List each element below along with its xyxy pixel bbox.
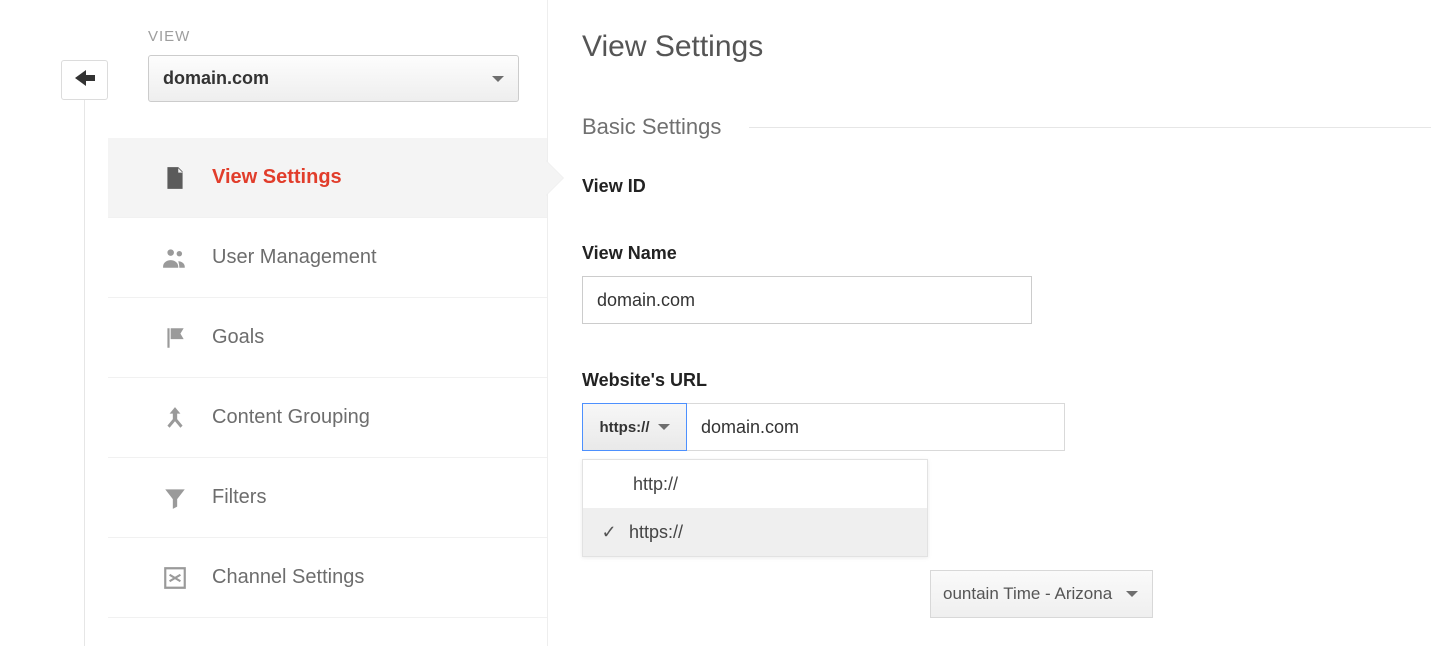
domain-selector-text: domain.com bbox=[163, 68, 269, 89]
back-button[interactable] bbox=[61, 60, 108, 100]
nav-content-grouping[interactable]: Content Grouping bbox=[108, 378, 547, 458]
flag-icon bbox=[160, 323, 190, 353]
users-icon bbox=[160, 243, 190, 273]
field-view-id: View ID bbox=[582, 176, 1431, 197]
nav-item-label: User Management bbox=[212, 246, 377, 269]
timezone-text: ountain Time - Arizona bbox=[943, 584, 1112, 604]
check-icon: ✓ bbox=[601, 522, 617, 543]
website-url-label: Website's URL bbox=[582, 370, 1431, 391]
domain-selector[interactable]: domain.com bbox=[148, 55, 519, 102]
nav-user-management[interactable]: User Management bbox=[108, 218, 547, 298]
chevron-down-icon bbox=[492, 76, 504, 82]
sidebar-nav: View Settings User Management Goals Cont… bbox=[108, 138, 547, 618]
section-heading: Basic Settings bbox=[582, 114, 721, 140]
protocol-selector[interactable]: https:// bbox=[582, 403, 687, 451]
protocol-option-text: https:// bbox=[629, 522, 683, 543]
main-content: View Settings Basic Settings View ID Vie… bbox=[548, 0, 1431, 646]
back-arrow-icon bbox=[73, 68, 97, 93]
section-header: Basic Settings bbox=[582, 114, 1431, 140]
nav-view-settings[interactable]: View Settings bbox=[108, 138, 547, 218]
document-icon bbox=[160, 163, 190, 193]
nav-item-label: Channel Settings bbox=[212, 566, 364, 589]
back-column bbox=[0, 0, 108, 646]
timezone-selector[interactable]: ountain Time - Arizona bbox=[930, 570, 1153, 618]
nav-channel-settings[interactable]: Channel Settings bbox=[108, 538, 547, 618]
nav-item-label: Goals bbox=[212, 326, 264, 349]
merge-icon bbox=[160, 403, 190, 433]
chevron-down-icon bbox=[1126, 591, 1138, 597]
protocol-dropdown: http:// ✓ https:// bbox=[582, 459, 928, 557]
nav-goals[interactable]: Goals bbox=[108, 298, 547, 378]
view-name-label: View Name bbox=[582, 243, 1431, 264]
view-name-input[interactable] bbox=[582, 276, 1032, 324]
protocol-selected-text: https:// bbox=[600, 419, 650, 436]
sidebar-section-label: VIEW bbox=[108, 28, 547, 45]
nav-item-label: Filters bbox=[212, 486, 266, 509]
website-url-input[interactable] bbox=[687, 403, 1065, 451]
nav-item-label: Content Grouping bbox=[212, 406, 370, 429]
protocol-option-text: http:// bbox=[633, 474, 678, 495]
protocol-option-https[interactable]: ✓ https:// bbox=[583, 508, 927, 556]
funnel-icon bbox=[160, 483, 190, 513]
sidebar: VIEW domain.com View Settings User Manag… bbox=[108, 0, 548, 646]
protocol-option-http[interactable]: http:// bbox=[583, 460, 927, 508]
website-url-row: https:// bbox=[582, 403, 1431, 451]
channels-icon bbox=[160, 563, 190, 593]
nav-item-label: View Settings bbox=[212, 166, 342, 189]
nav-filters[interactable]: Filters bbox=[108, 458, 547, 538]
view-id-label: View ID bbox=[582, 176, 1431, 197]
chevron-down-icon bbox=[658, 424, 670, 430]
section-divider bbox=[749, 127, 1431, 128]
page-title: View Settings bbox=[582, 30, 1431, 64]
field-view-name: View Name bbox=[582, 243, 1431, 324]
field-website-url: Website's URL https:// http:// ✓ https:/… bbox=[582, 370, 1431, 557]
